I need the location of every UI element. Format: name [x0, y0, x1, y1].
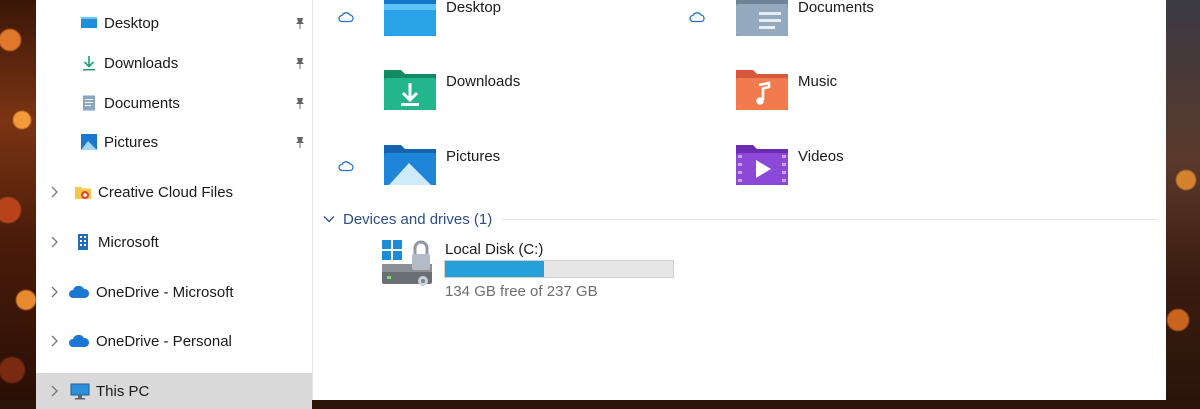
- wallpaper-right: [1166, 0, 1200, 400]
- navigation-pane[interactable]: Desktop Downloads Documents Pictures Cre…: [36, 0, 313, 409]
- pin-icon: [296, 58, 304, 69]
- cloud-sync-icon: [338, 12, 354, 23]
- folder-label: Downloads: [446, 73, 521, 90]
- nav-item-label: Microsoft: [98, 233, 159, 251]
- downloads-folder-icon: [384, 70, 436, 110]
- desktop-folder-icon: [384, 0, 436, 36]
- folder-tile-pictures[interactable]: Pictures: [383, 141, 500, 187]
- nav-item-label: Documents: [104, 94, 180, 112]
- nav-item-label: Desktop: [104, 14, 160, 32]
- nav-item-documents[interactable]: Documents: [36, 85, 312, 121]
- nav-item-onedrive-personal[interactable]: OneDrive - Personal: [36, 323, 312, 359]
- pictures-icon: [81, 134, 97, 150]
- cloud-sync-icon: [338, 161, 354, 172]
- chevron-right-icon[interactable]: [50, 186, 58, 198]
- music-folder-icon: [736, 70, 788, 110]
- content-pane: Desktop Documents Downloads Music Pictur…: [313, 0, 1166, 400]
- drive-label: Local Disk (C:): [445, 241, 544, 258]
- drive-free-space: 134 GB free of 237 GB: [445, 283, 598, 300]
- group-title: Devices and drives (1): [343, 210, 493, 228]
- folder-tile-documents[interactable]: Documents: [735, 0, 874, 38]
- nav-item-onedrive-microsoft[interactable]: OneDrive - Microsoft: [36, 274, 312, 310]
- nav-item-desktop[interactable]: Desktop: [36, 5, 312, 41]
- documents-icon: [83, 95, 95, 111]
- bitlocker-drive-icon: [382, 240, 432, 286]
- folder-label: Desktop: [446, 0, 502, 16]
- group-divider: [502, 218, 1158, 220]
- chevron-right-icon[interactable]: [50, 335, 58, 347]
- onedrive-cloud-icon: [69, 334, 90, 347]
- devices-drives-group-header[interactable]: Devices and drives (1): [323, 209, 1158, 229]
- nav-item-microsoft[interactable]: Microsoft: [36, 224, 312, 260]
- folder-label: Videos: [798, 148, 844, 165]
- nav-item-creative-cloud-files[interactable]: Creative Cloud Files: [36, 174, 312, 210]
- pictures-folder-icon: [384, 145, 436, 185]
- nav-item-label: This PC: [96, 382, 150, 400]
- creative-cloud-folder-icon: [75, 187, 91, 199]
- downloads-icon: [83, 56, 95, 71]
- pin-icon: [296, 137, 304, 148]
- nav-item-this-pc[interactable]: This PC: [36, 373, 312, 409]
- chevron-down-icon[interactable]: [323, 215, 335, 223]
- folder-label: Music: [798, 73, 838, 90]
- nav-item-label: Creative Cloud Files: [98, 183, 234, 201]
- building-icon: [78, 234, 88, 250]
- documents-folder-icon: [736, 0, 788, 36]
- folder-label: Documents: [798, 0, 874, 16]
- folder-tile-videos[interactable]: Videos: [735, 141, 844, 187]
- nav-item-label: OneDrive - Microsoft: [96, 283, 234, 301]
- chevron-right-icon[interactable]: [50, 385, 58, 397]
- chevron-right-icon[interactable]: [50, 286, 58, 298]
- videos-folder-icon: [736, 145, 788, 185]
- wallpaper-left: [0, 0, 36, 400]
- nav-item-label: OneDrive - Personal: [96, 332, 232, 350]
- nav-item-label: Downloads: [104, 54, 179, 72]
- nav-item-label: Pictures: [104, 133, 159, 151]
- folder-tile-downloads[interactable]: Downloads: [383, 66, 520, 112]
- nav-item-pictures[interactable]: Pictures: [36, 124, 312, 160]
- folder-label: Pictures: [446, 148, 501, 165]
- drive-usage-bar: [444, 260, 674, 278]
- desktop-icon: [81, 17, 97, 28]
- file-explorer-window: Desktop Downloads Documents Pictures Cre…: [36, 0, 1166, 409]
- pin-icon: [296, 18, 304, 29]
- folder-tile-desktop[interactable]: Desktop: [383, 0, 501, 38]
- onedrive-cloud-icon: [69, 285, 90, 298]
- drive-usage-fill: [445, 261, 545, 277]
- chevron-right-icon[interactable]: [50, 236, 58, 248]
- folder-tile-music[interactable]: Music: [735, 66, 837, 112]
- cloud-sync-icon: [689, 12, 705, 23]
- drive-tile-local-disk[interactable]: [381, 238, 437, 290]
- this-pc-icon: [70, 383, 90, 400]
- nav-item-downloads[interactable]: Downloads: [36, 45, 312, 81]
- pin-icon: [296, 98, 304, 109]
